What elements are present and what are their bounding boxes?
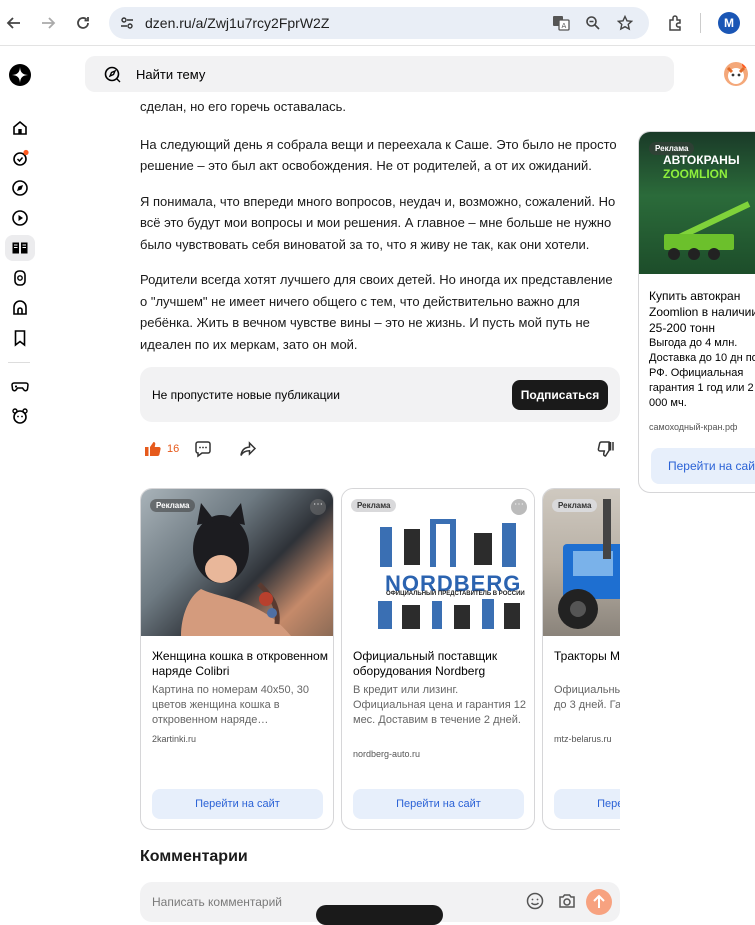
more-options-icon[interactable]: ⋯	[511, 499, 527, 515]
ad-image: Реклама АВТОКРАНЫ ZOOMLION	[639, 132, 755, 274]
comment-icon[interactable]	[194, 440, 212, 458]
ad-description: В кредит или лизинг. Официальная цена и …	[353, 684, 527, 726]
like-button[interactable]: 16	[144, 440, 179, 458]
ad-description: Выгода до 4 млн. Доставка до 10 дн по РФ…	[649, 337, 755, 409]
comment-placeholder: Написать комментарий	[152, 895, 283, 909]
article-paragraph: сделан, но его горечь оставалась.	[140, 99, 346, 114]
notification-dot	[742, 62, 748, 68]
video-icon[interactable]	[5, 205, 35, 231]
ad-description: Картина по номерам 40х50, 30 цветов женщ…	[152, 684, 310, 726]
ad-domain: самоходный-кран.рф	[649, 422, 738, 432]
ad-badge: Реклама	[552, 499, 598, 512]
ad-image: Реклама	[543, 489, 620, 636]
ad-domain: 2kartinki.ru	[152, 734, 197, 744]
ad-card[interactable]: Реклама Тракторы МТЗ по РФ Официальный д…	[542, 488, 620, 830]
visit-site-button[interactable]: Перейти на сайт	[554, 789, 620, 819]
ad-card[interactable]: NORDBERG ОФИЦИАЛЬНЫЙ ПРЕДСТАВИТЕЛЬ В РОС…	[341, 488, 535, 830]
search-icon	[104, 66, 121, 83]
ad-image: Реклама ⋯	[141, 489, 333, 636]
ad-title[interactable]: Купить автокран Zoomlion в наличии 25-20…	[649, 288, 755, 336]
address-bar[interactable]: dzen.ru/a/Zwj1u7rcy2FprW2Z A	[109, 7, 649, 39]
bookmark-star-icon[interactable]	[615, 13, 635, 33]
ad-image: NORDBERG ОФИЦИАЛЬНЫЙ ПРЕДСТАВИТЕЛЬ В РОС…	[342, 489, 534, 636]
ad-badge: Реклама	[351, 499, 397, 512]
user-avatar[interactable]	[724, 62, 748, 86]
bookmarks-icon[interactable]	[5, 325, 35, 351]
floating-pill[interactable]	[316, 905, 443, 925]
ad-title[interactable]: Тракторы МТЗ по РФ	[554, 649, 620, 664]
share-icon[interactable]	[239, 440, 257, 458]
profile-initial: M	[724, 16, 734, 30]
visit-site-button[interactable]: Перейти на сайт	[152, 789, 323, 819]
thumbs-up-icon	[145, 442, 161, 457]
ad-domain: mtz-belarus.ru	[554, 734, 612, 744]
site-info-icon[interactable]	[119, 15, 135, 31]
subscriptions-icon[interactable]	[5, 145, 35, 171]
comments-heading: Комментарии	[140, 848, 248, 865]
crane-image	[664, 201, 751, 260]
visit-site-button[interactable]: Перейти на сайт	[353, 789, 524, 819]
games-icon[interactable]	[5, 373, 35, 399]
send-button[interactable]	[586, 889, 612, 915]
sidebar-divider	[8, 362, 30, 363]
svg-text:A: A	[562, 22, 567, 30]
dzen-logo-icon[interactable]	[9, 64, 31, 86]
subscribe-text: Не пропустите новые публикации	[152, 388, 340, 402]
extensions-icon[interactable]	[664, 11, 688, 35]
ad-headline: АВТОКРАНЫ ZOOMLION	[663, 153, 740, 181]
thumbs-down-icon[interactable]	[597, 440, 615, 458]
explore-icon[interactable]	[5, 175, 35, 201]
sidebar-ad-card[interactable]: Реклама АВТОКРАНЫ ZOOMLION Купить автокр…	[638, 131, 755, 493]
reload-icon[interactable]	[71, 11, 95, 35]
ad-headline-brand: ZOOMLION	[663, 167, 728, 181]
article-paragraph: Я понимала, что впереди много вопросов, …	[140, 193, 616, 252]
ad-badge: Реклама	[150, 499, 196, 512]
subscribe-button[interactable]: Подписаться	[512, 380, 608, 410]
toolbar-divider	[700, 13, 701, 33]
url-text[interactable]: dzen.ru/a/Zwj1u7rcy2FprW2Z	[145, 15, 329, 31]
forward-icon[interactable]	[36, 11, 60, 35]
ad-headline-line: АВТОКРАНЫ	[663, 153, 740, 167]
article-paragraph: На следующий день я собрала вещи и перее…	[140, 136, 617, 174]
article-body: сделан, но его горечь оставалась. На сле…	[140, 96, 620, 369]
subscribe-banner: Не пропустите новые публикации Подписать…	[140, 367, 620, 422]
like-count: 16	[167, 443, 180, 455]
kids-icon[interactable]	[5, 403, 35, 429]
profile-avatar[interactable]: M	[718, 12, 740, 34]
search-input[interactable]: Найти тему	[85, 56, 674, 92]
browser-toolbar: dzen.ru/a/Zwj1u7rcy2FprW2Z A M	[0, 0, 755, 46]
ad-description: Официальный дилер. Доставка до 3 дней. Г…	[554, 684, 620, 711]
communities-icon[interactable]	[5, 295, 35, 321]
ad-carousel: Реклама ⋯ Женщина кошка в откровенном на…	[140, 488, 620, 830]
ad-title[interactable]: Официальный поставщик оборудования Nordb…	[353, 649, 529, 679]
home-icon[interactable]	[5, 115, 35, 141]
back-icon[interactable]	[2, 11, 26, 35]
article-paragraph: Родители всегда хотят лучшего для своих …	[140, 272, 613, 352]
zoom-icon[interactable]	[583, 13, 603, 33]
ad-card[interactable]: Реклама ⋯ Женщина кошка в откровенном на…	[140, 488, 334, 830]
site-header: Найти тему	[0, 46, 755, 102]
brand-subtitle: ОФИЦИАЛЬНЫЙ ПРЕДСТАВИТЕЛЬ В РОССИИ	[386, 591, 525, 597]
arrow-up-icon	[593, 894, 605, 908]
translate-icon[interactable]: A	[551, 13, 571, 33]
ad-title[interactable]: Женщина кошка в откровенном наряде Colib…	[152, 649, 328, 679]
reactions-bar: 16	[140, 438, 620, 460]
camera-icon[interactable]	[557, 891, 577, 911]
left-sidebar	[0, 102, 40, 913]
ad-domain: nordberg-auto.ru	[353, 749, 421, 759]
more-options-icon[interactable]: ⋯	[310, 499, 326, 515]
search-placeholder: Найти тему	[136, 67, 206, 82]
visit-site-button[interactable]: Перейти на сайт	[651, 448, 755, 484]
shorts-icon[interactable]	[5, 265, 35, 291]
articles-icon[interactable]	[5, 235, 35, 261]
emoji-icon[interactable]	[525, 891, 545, 911]
